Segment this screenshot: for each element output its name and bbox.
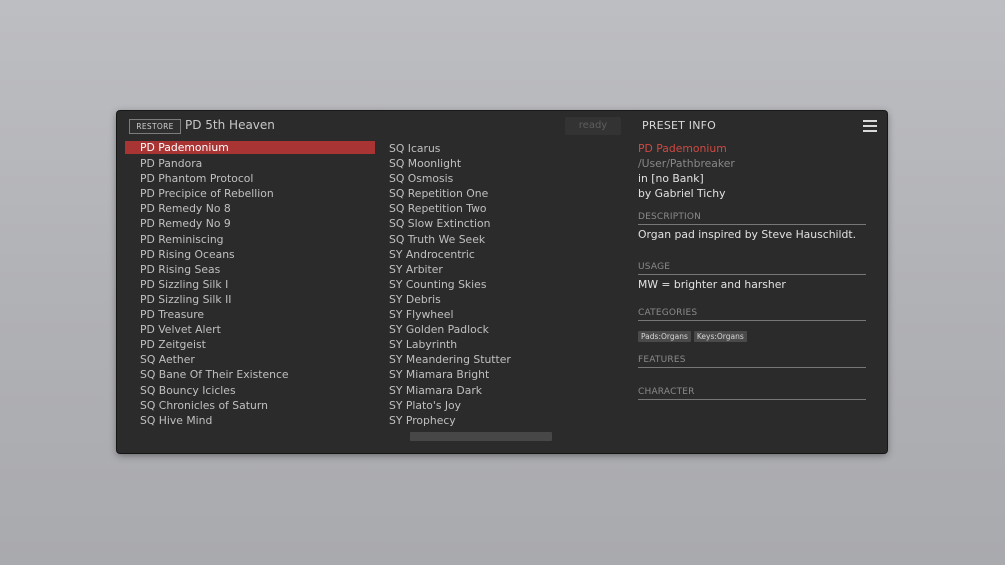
preset-list-item[interactable]: SY Androcentric [377, 247, 627, 262]
preset-list-right-column: SQ Icarus SQ Moonlight SQ Osmosis SQ Repeti… [377, 141, 627, 428]
preset-list-item[interactable]: PD Zeitgeist [125, 337, 375, 352]
preset-list-item[interactable]: SQ Repetition Two [377, 201, 627, 216]
preset-list-item[interactable]: SQ Osmosis [377, 171, 627, 186]
usage-text: MW = brighter and harsher [638, 278, 786, 292]
preset-list-item[interactable]: SQ Chronicles of Saturn [125, 398, 375, 413]
preset-list-item[interactable]: PD Rising Oceans [125, 247, 375, 262]
preset-list-item[interactable]: SY Miamara Bright [377, 367, 627, 382]
preset-browser-panel: RESTORE PD 5th Heaven ready PRESET INFO … [117, 111, 887, 453]
preset-list-left-column: PD Pademonium PD Pandora PD Phantom Protoc… [125, 141, 375, 428]
features-section-title: FEATURES [638, 355, 866, 369]
preset-list-item[interactable]: PD Treasure [125, 307, 375, 322]
preset-info-pane: PD Pademonium /User/Pathbreaker in [no B… [638, 141, 866, 401]
preset-list-item[interactable]: SY Counting Skies [377, 277, 627, 292]
description-section-title: DESCRIPTION [638, 212, 866, 226]
preset-list-item[interactable]: SY Labyrinth [377, 337, 627, 352]
category-tag[interactable]: Keys:Organs [693, 331, 747, 343]
preset-list-item[interactable]: PD Phantom Protocol [125, 171, 375, 186]
preset-list-item[interactable]: SY Prophecy [377, 413, 627, 428]
preset-list-item[interactable]: SQ Slow Extinction [377, 216, 627, 231]
description-text: Organ pad inspired by Steve Hauschildt. [638, 228, 857, 242]
preset-list-item[interactable]: SQ Moonlight [377, 156, 627, 171]
preset-list-item[interactable]: SQ Truth We Seek [377, 232, 627, 247]
preset-list-item[interactable]: SQ Icarus [377, 141, 627, 156]
preset-list-item[interactable]: SQ Bouncy Icicles [125, 383, 375, 398]
preset-list-item[interactable]: SQ Hive Mind [125, 413, 375, 428]
restore-button[interactable]: RESTORE [129, 119, 181, 134]
preset-list-item[interactable]: SY Debris [377, 292, 627, 307]
info-preset-name: PD Pademonium [638, 142, 727, 155]
preset-list-item[interactable]: PD Rising Seas [125, 262, 375, 277]
preset-list-item[interactable]: PD Precipice of Rebellion [125, 186, 375, 201]
preset-list-item[interactable]: PD Pademonium [125, 141, 375, 154]
preset-list-item[interactable]: PD Velvet Alert [125, 322, 375, 337]
preset-list-item[interactable]: PD Sizzling Silk II [125, 292, 375, 307]
preset-list-item[interactable]: SY Golden Padlock [377, 322, 627, 337]
preset-list-item[interactable]: SY Flywheel [377, 307, 627, 322]
status-indicator: ready [565, 117, 621, 135]
preset-list-item[interactable]: SQ Bane Of Their Existence [125, 367, 375, 382]
preset-list-item[interactable]: PD Sizzling Silk I [125, 277, 375, 292]
character-section-title: CHARACTER [638, 387, 866, 401]
info-preset-bank: in [no Bank] [638, 172, 704, 186]
preset-info-title: PRESET INFO [642, 119, 717, 132]
preset-list-item[interactable]: SY Meandering Stutter [377, 352, 627, 367]
info-preset-path: /User/Pathbreaker [638, 157, 735, 171]
preset-list-item[interactable]: SQ Repetition One [377, 186, 627, 201]
preset-list-item[interactable]: SQ Aether [125, 352, 375, 367]
info-preset-author: by Gabriel Tichy [638, 187, 726, 201]
usage-section-title: USAGE [638, 262, 866, 276]
category-tags: Pads:Organs Keys:Organs [638, 324, 866, 343]
preset-list-item[interactable]: SY Arbiter [377, 262, 627, 277]
preset-list-item[interactable]: SY Miamara Dark [377, 383, 627, 398]
preset-list-item[interactable]: PD Remedy No 9 [125, 216, 375, 231]
current-preset-name: PD 5th Heaven [185, 118, 275, 132]
category-tag[interactable]: Pads:Organs [638, 331, 691, 343]
preset-list-item[interactable]: PD Reminiscing [125, 232, 375, 247]
preset-list-item[interactable]: PD Pandora [125, 156, 375, 171]
preset-list-item[interactable]: SY Plato's Joy [377, 398, 627, 413]
categories-section-title: CATEGORIES [638, 308, 866, 322]
preset-list-scrollbar[interactable] [410, 432, 552, 441]
hamburger-menu-icon[interactable] [863, 120, 877, 132]
preset-list-item[interactable]: PD Remedy No 8 [125, 201, 375, 216]
